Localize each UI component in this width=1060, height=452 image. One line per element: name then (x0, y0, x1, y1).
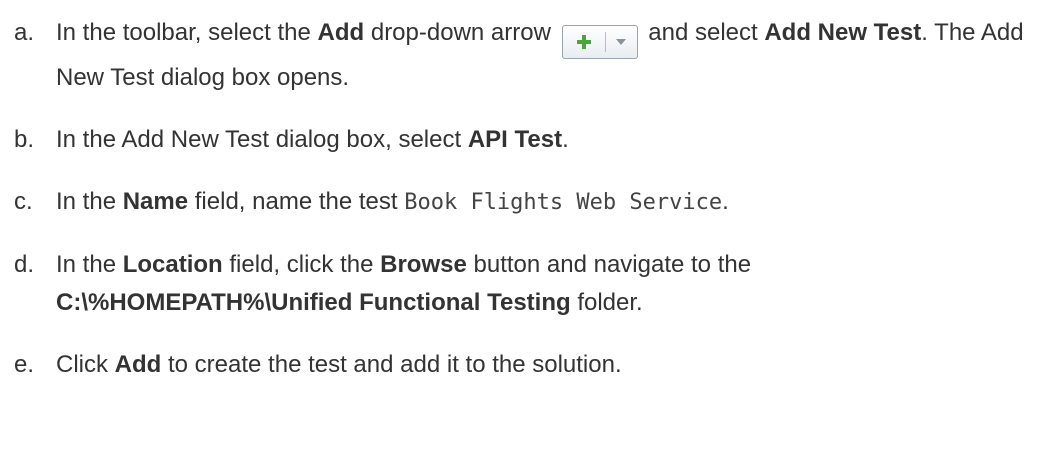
step-text-part: Click (56, 351, 115, 378)
ui-term-add-new-test: Add New Test (764, 19, 922, 46)
step-e: e. Click Add to create the test and add … (14, 346, 1060, 384)
ui-term-api-test: API Test (467, 126, 563, 153)
step-text: In the Name field, name the test Book Fl… (56, 183, 1056, 222)
step-text-part: folder. (570, 289, 643, 316)
step-letter: c. (14, 188, 33, 215)
step-text: In the Location field, click the Browse … (56, 246, 1056, 322)
ui-term-browse: Browse (380, 251, 467, 278)
step-text-part: field, click the (222, 251, 381, 278)
folder-path: C:\%HOMEPATH%\Unified Functional Testing (56, 289, 571, 316)
step-text: In the toolbar, select the Add drop-down… (56, 14, 1056, 97)
step-text-part: In the (56, 251, 123, 278)
chevron-down-icon (606, 26, 637, 58)
step-text-part: In the toolbar, select the (56, 19, 318, 46)
instruction-steps: a. In the toolbar, select the Add drop-d… (0, 0, 1060, 384)
step-text-part: . (562, 126, 569, 153)
code-test-name: Book Flights Web Service (404, 190, 723, 215)
step-text: In the Add New Test dialog box, select A… (56, 121, 1056, 159)
step-b: b. In the Add New Test dialog box, selec… (14, 121, 1060, 159)
step-text-part: button and navigate to the (466, 251, 752, 278)
step-letter: a. (14, 19, 35, 46)
step-text-part: drop-down arrow (364, 19, 558, 46)
step-d: d. In the Location field, click the Brow… (14, 246, 1060, 322)
step-a: a. In the toolbar, select the Add drop-d… (14, 14, 1060, 97)
ui-term-name: Name (122, 188, 189, 215)
step-letter: e. (14, 351, 35, 378)
step-text-part: In the Add New Test dialog box, select (56, 126, 468, 153)
ui-term-location: Location (122, 251, 223, 278)
step-text-part: field, name the test (188, 188, 405, 215)
step-c: c. In the Name field, name the test Book… (14, 183, 1060, 222)
ui-term-add: Add (317, 19, 365, 46)
step-text-part: . (722, 188, 729, 215)
step-text-part: and select (641, 19, 765, 46)
step-text-part: In the (56, 188, 123, 215)
ui-term-add: Add (114, 351, 162, 378)
add-dropdown-button-image (561, 25, 638, 59)
step-letter: b. (14, 126, 35, 153)
step-text: Click Add to create the test and add it … (56, 346, 1056, 384)
step-text-part: to create the test and add it to the sol… (161, 351, 622, 378)
plus-icon (563, 26, 605, 58)
step-letter: d. (14, 251, 35, 278)
